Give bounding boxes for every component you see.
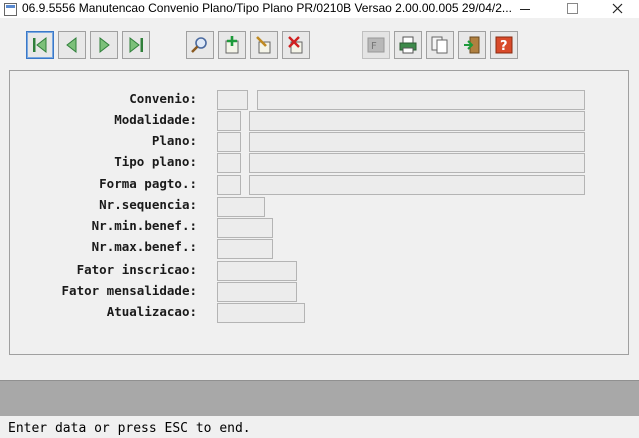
label-atualizacao: Atualizacao: — [106, 304, 197, 319]
search-icon — [191, 37, 207, 53]
svg-text:?: ? — [500, 39, 508, 54]
plano-description-field[interactable] — [249, 132, 585, 152]
print-icon — [399, 36, 417, 54]
maximize-icon — [567, 3, 578, 14]
forma-pagto-code-field[interactable] — [217, 175, 241, 195]
copy-icon — [431, 36, 448, 54]
status-message: Enter data or press ESC to end. — [8, 421, 251, 436]
label-tipo-plano: Tipo plano: — [114, 154, 197, 169]
toolbar: F ? — [0, 18, 639, 68]
form-button[interactable]: F — [362, 31, 390, 59]
tipo-plano-code-field[interactable] — [217, 153, 241, 173]
form-panel: Convenio: Modalidade: Plano: Tipo plano:… — [9, 70, 629, 355]
modalidade-code-field[interactable] — [217, 111, 241, 131]
convenio-code-field[interactable] — [217, 90, 248, 110]
help-button[interactable]: ? — [490, 31, 518, 59]
form-icon: F — [367, 37, 385, 53]
svg-text:F: F — [371, 41, 377, 52]
previous-record-button[interactable] — [58, 31, 86, 59]
tipo-plano-description-field[interactable] — [249, 153, 585, 173]
label-forma-pagto: Forma pagto.: — [99, 176, 197, 191]
last-record-button[interactable] — [122, 31, 150, 59]
label-nr-min-benef: Nr.min.benef.: — [91, 218, 197, 233]
fator-mensalidade-field[interactable] — [217, 282, 297, 302]
plano-code-field[interactable] — [217, 132, 241, 152]
fator-inscricao-field[interactable] — [217, 261, 297, 281]
add-button[interactable] — [218, 31, 246, 59]
status-bar — [0, 380, 639, 416]
close-icon — [612, 3, 623, 14]
label-modalidade: Modalidade: — [114, 112, 197, 127]
help-icon: ? — [495, 36, 513, 54]
title-bar: 06.9.5556 Manutencao Convenio Plano/Tipo… — [0, 0, 639, 18]
label-fator-mensalidade: Fator mensalidade: — [61, 283, 197, 298]
nr-min-benef-field[interactable] — [217, 218, 273, 238]
exit-icon — [464, 36, 480, 54]
first-record-icon — [33, 36, 47, 54]
label-nr-sequencia: Nr.sequencia: — [99, 197, 197, 212]
atualizacao-field[interactable] — [217, 303, 305, 323]
edit-icon — [256, 36, 271, 54]
copy-button[interactable] — [426, 31, 454, 59]
print-button[interactable] — [394, 31, 422, 59]
edit-button[interactable] — [250, 31, 278, 59]
forma-pagto-description-field[interactable] — [249, 175, 585, 195]
label-fator-inscricao: Fator inscricao: — [76, 262, 197, 277]
nr-max-benef-field[interactable] — [217, 239, 273, 259]
window-title: 06.9.5556 Manutencao Convenio Plano/Tipo… — [22, 1, 512, 15]
last-record-icon — [129, 36, 143, 54]
next-record-icon — [99, 36, 110, 54]
minimize-icon — [520, 9, 530, 10]
add-icon — [225, 36, 239, 54]
minimize-button[interactable] — [511, 0, 541, 18]
app-icon — [4, 3, 17, 16]
nr-sequencia-field[interactable] — [217, 197, 265, 217]
previous-record-icon — [66, 36, 77, 54]
label-plano: Plano: — [151, 133, 197, 148]
first-record-button[interactable] — [26, 31, 54, 59]
label-convenio: Convenio: — [129, 91, 197, 106]
search-button[interactable] — [186, 31, 214, 59]
maximize-button[interactable] — [557, 0, 587, 18]
delete-button[interactable] — [282, 31, 310, 59]
convenio-description-field[interactable] — [257, 90, 585, 110]
label-nr-max-benef: Nr.max.benef.: — [91, 239, 197, 254]
delete-icon — [288, 36, 303, 54]
next-record-button[interactable] — [90, 31, 118, 59]
close-button[interactable] — [603, 0, 633, 18]
exit-button[interactable] — [458, 31, 486, 59]
modalidade-description-field[interactable] — [249, 111, 585, 131]
